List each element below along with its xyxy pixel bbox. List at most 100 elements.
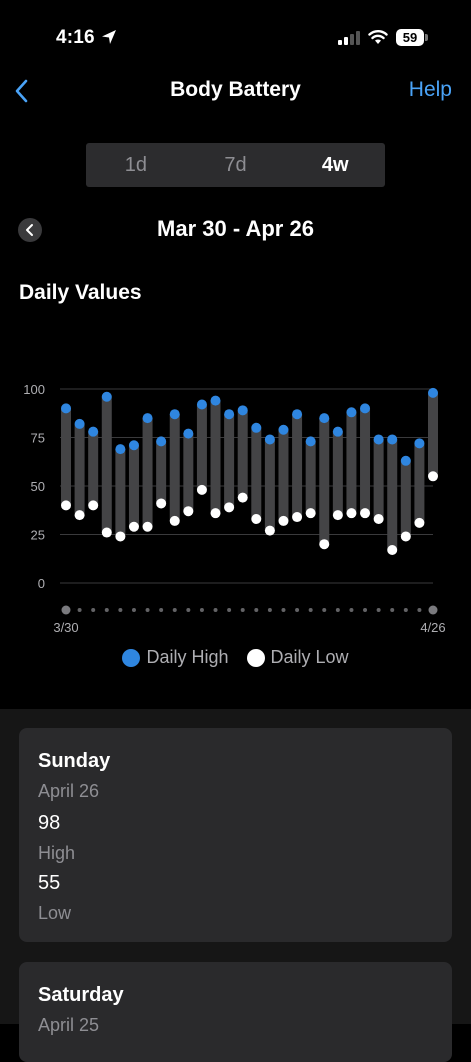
daily-low-point (278, 515, 289, 526)
daily-low-point (101, 527, 112, 538)
battery-nub (425, 34, 428, 41)
legend-daily-high: Daily High (122, 647, 229, 668)
range-bar (224, 414, 235, 508)
range-bar (292, 414, 303, 518)
daily-high-point (319, 413, 330, 424)
daily-high-point (196, 399, 207, 410)
x-axis-dot (61, 605, 71, 615)
y-tick-label: 50 (31, 479, 45, 494)
range-segmented-control: 1d 7d 4w (86, 143, 385, 187)
x-axis-dot (281, 608, 286, 612)
status-time: 4:16 (56, 27, 95, 48)
x-tick-label: 3/30 (53, 620, 78, 635)
daily-low-point (61, 500, 71, 511)
daily-high-point (101, 391, 112, 402)
range-bar (387, 439, 398, 551)
range-bar (360, 408, 371, 514)
x-axis-dot (254, 608, 259, 612)
range-bar (305, 441, 316, 514)
y-tick-label: 75 (31, 431, 45, 446)
daily-low-point (251, 513, 262, 524)
x-axis-dot (104, 608, 109, 612)
x-axis-dot (131, 608, 136, 612)
range-bar (278, 429, 289, 521)
daily-low-point (319, 539, 330, 550)
x-axis-dot (322, 608, 327, 612)
daily-high-point (169, 409, 180, 420)
legend-low-dot (246, 648, 265, 667)
tab-4w[interactable]: 4w (285, 143, 385, 187)
x-axis-dot (363, 608, 368, 612)
y-tick-label: 0 (38, 576, 45, 591)
page-title: Body Battery (170, 78, 301, 101)
x-tick-label: 4/26 (420, 620, 445, 635)
daily-low-point (428, 471, 438, 482)
range-bar (169, 414, 180, 521)
card-low-label: Low (38, 903, 72, 923)
range-bar (332, 431, 343, 516)
range-bar (196, 404, 207, 490)
x-axis-dot (390, 608, 395, 612)
x-axis-dot (172, 608, 177, 612)
x-axis-dot (213, 608, 218, 612)
daily-low-point (360, 508, 371, 519)
tab-1d[interactable]: 1d (86, 143, 186, 187)
x-axis-dot (240, 608, 245, 612)
daily-low-point (88, 500, 99, 511)
range-bar (251, 427, 262, 519)
daily-low-point (142, 521, 153, 532)
daily-high-point (251, 422, 262, 433)
day-card-saturday[interactable]: Saturday April 25 (19, 962, 452, 1062)
x-axis-dot (267, 608, 272, 612)
range-bar (128, 445, 139, 527)
daily-high-point (373, 434, 384, 445)
x-axis-dot (77, 608, 82, 612)
help-link[interactable]: Help (409, 78, 452, 102)
card-day: Sunday (38, 750, 111, 772)
y-tick-label: 100 (23, 382, 45, 397)
card-date: April 25 (38, 1015, 100, 1035)
range-bar (210, 400, 221, 514)
daily-high-point (128, 440, 139, 451)
daily-high-point (360, 403, 371, 414)
range-bar (346, 412, 357, 514)
day-card-sunday[interactable]: Sunday April 26 98 High 55 Low (19, 728, 452, 942)
x-axis-dot (227, 608, 232, 612)
legend-high-label: Daily High (146, 647, 229, 667)
x-axis-dot (417, 608, 422, 612)
card-high-value: 98 (38, 812, 61, 834)
range-bar (142, 418, 153, 527)
range-bar (400, 460, 411, 537)
card-high-label: High (38, 843, 76, 863)
x-axis-dot (349, 608, 354, 612)
range-bar (414, 443, 425, 523)
daily-low-point (74, 510, 85, 521)
daily-high-point (278, 424, 289, 435)
tab-7d[interactable]: 7d (186, 143, 286, 187)
daily-low-point (128, 521, 139, 532)
daily-high-point (264, 434, 275, 445)
daily-low-point (156, 498, 167, 509)
section-title: Daily Values (19, 281, 142, 304)
x-axis-dot (91, 608, 96, 612)
daily-low-point (373, 513, 384, 524)
daily-low-point (264, 525, 275, 536)
battery-icon: 59 (396, 29, 428, 46)
daily-high-point (88, 426, 99, 437)
legend-high-dot (122, 648, 141, 667)
x-axis-dot (335, 608, 340, 612)
daily-values-chart: 100 75 50 25 0 3/30 4/26 (23, 382, 445, 635)
daily-high-point (156, 436, 167, 447)
range-bar (88, 431, 99, 506)
range-bar (156, 441, 167, 504)
range-bar (373, 439, 384, 519)
x-axis-dot (159, 608, 164, 612)
card-low-value: 55 (38, 872, 61, 894)
x-axis-dot (145, 608, 150, 612)
wifi-icon (368, 30, 388, 44)
daily-high-point (210, 395, 221, 406)
daily-low-point (414, 517, 425, 528)
daily-low-point (183, 506, 194, 517)
daily-high-point (142, 413, 153, 424)
daily-low-point (400, 531, 411, 542)
